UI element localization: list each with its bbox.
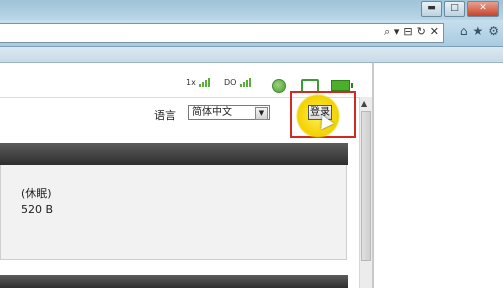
section-header-bar-2 [0,275,348,288]
signal-do-label: DO [224,78,237,87]
window-title-bar: ▬ □ ✕ [0,0,503,20]
favorites-star-icon[interactable]: ★ [472,24,483,38]
browser-tab-strip [0,47,503,63]
vertical-scrollbar[interactable]: ▲ [359,97,372,288]
maximize-button[interactable]: □ [444,1,465,17]
language-selected-value: 简体中文 [192,107,232,118]
language-label: 语言 [154,109,176,122]
refresh-icon[interactable]: ↻ [417,25,426,39]
address-bar-tools: ⌕ ▾ ⊟ ↻ ✕ [384,25,439,39]
compatibility-view-icon[interactable]: ⊟ [403,25,412,39]
battery-icon [331,80,353,91]
minimize-button[interactable]: ▬ [421,1,442,17]
window-controls: ▬ □ ✕ [421,1,499,17]
search-dropdown-icon[interactable]: ⌕ ▾ [384,25,399,39]
data-size-text: 520 B [21,203,54,216]
signal-1x-indicator: 1x [186,78,211,87]
signal-do-indicator: DO [224,78,252,87]
section-header-bar [0,143,348,165]
internet-globe-icon [272,79,286,93]
settings-gear-icon[interactable]: ⚙ [488,24,499,38]
device-state-text: (休眠) [21,187,52,200]
scroll-up-arrow-icon[interactable]: ▲ [361,99,367,108]
language-select[interactable]: 简体中文 ▼ [188,105,270,120]
scrollbar-thumb[interactable] [361,111,371,261]
browser-toolbar-icons: ⌂ ★ ⚙ [460,24,499,38]
stop-icon[interactable]: ✕ [430,25,439,39]
address-bar[interactable]: ⌕ ▾ ⊟ ↻ ✕ [0,23,444,43]
home-icon[interactable]: ⌂ [460,24,468,38]
device-info-panel: (休眠) 520 B [0,165,347,260]
close-button[interactable]: ✕ [467,1,499,17]
signal-1x-label: 1x [186,78,196,87]
signal-bars-icon [199,78,211,87]
browser-navigation-bar: ⌕ ▾ ⊟ ↻ ✕ ⌂ ★ ⚙ [0,20,503,47]
router-admin-page: 1x DO 语言 简体中文 ▼ 登录 (休眠) 520 B [0,63,372,288]
dropdown-arrow-icon[interactable]: ▼ [255,107,268,120]
signal-bars-icon [240,78,252,87]
side-panel [374,63,503,288]
